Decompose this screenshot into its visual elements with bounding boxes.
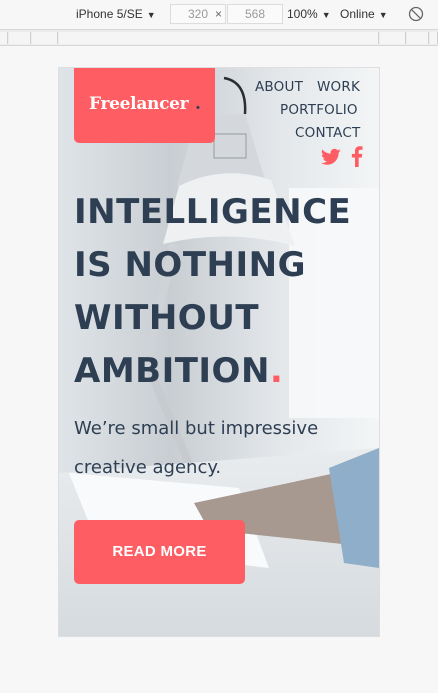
throttle-label: Online xyxy=(340,7,375,21)
twitter-icon[interactable] xyxy=(321,148,341,166)
nav-link-contact[interactable]: CONTACT xyxy=(295,125,360,141)
media-query-segment[interactable] xyxy=(0,32,8,44)
facebook-icon[interactable] xyxy=(351,146,363,167)
hero-headline-line-1: INTELLIGENCE xyxy=(74,192,352,232)
nav-link-about[interactable]: ABOUT xyxy=(255,79,303,95)
device-label: iPhone 5/SE xyxy=(76,7,143,21)
logo-dot: . xyxy=(195,94,201,114)
hero-headline-word: AMBITION xyxy=(74,351,270,391)
hero-subtitle-line-2: creative agency. xyxy=(74,457,222,478)
zoom-select[interactable]: 100% ▼ xyxy=(287,7,331,21)
site-logo[interactable]: Freelancer . xyxy=(74,68,215,143)
media-query-segment[interactable] xyxy=(32,32,58,44)
zoom-label: 100% xyxy=(287,7,318,21)
hero-headline-dot: . xyxy=(269,351,284,391)
device-select[interactable]: iPhone 5/SE ▼ xyxy=(76,7,156,21)
chevron-down-icon: ▼ xyxy=(146,10,156,20)
hero-headline-line-3: WITHOUT xyxy=(74,298,260,338)
media-query-segment[interactable] xyxy=(380,32,406,44)
height-input[interactable]: 568 xyxy=(227,4,283,24)
rotate-icon[interactable] xyxy=(408,6,424,22)
nav-link-work[interactable]: WORK xyxy=(317,79,360,95)
hero-headline-line-2: IS NOTHING xyxy=(74,245,306,285)
dimension-separator: × xyxy=(215,7,223,21)
hero-headline-line-4: AMBITION. xyxy=(74,351,283,391)
media-query-segment[interactable] xyxy=(9,32,31,44)
device-toolbar: iPhone 5/SE ▼ 320 × 568 100% ▼ Online ▼ xyxy=(0,0,438,30)
device-viewport: Freelancer . ABOUT WORK PORTFOLIO CONTAC… xyxy=(58,67,380,637)
nav-link-portfolio[interactable]: PORTFOLIO xyxy=(280,102,358,118)
chevron-down-icon: ▼ xyxy=(321,10,331,20)
media-query-segment[interactable] xyxy=(407,32,429,44)
media-query-bar[interactable] xyxy=(0,29,438,46)
throttle-select[interactable]: Online ▼ xyxy=(340,7,388,21)
media-query-segment[interactable] xyxy=(430,32,438,44)
hero-subtitle-line-1: We’re small but impressive xyxy=(74,418,319,439)
read-more-button[interactable]: READ MORE xyxy=(74,520,245,584)
media-query-segment[interactable] xyxy=(59,32,379,44)
chevron-down-icon: ▼ xyxy=(378,10,388,20)
logo-text: Freelancer xyxy=(89,94,189,114)
